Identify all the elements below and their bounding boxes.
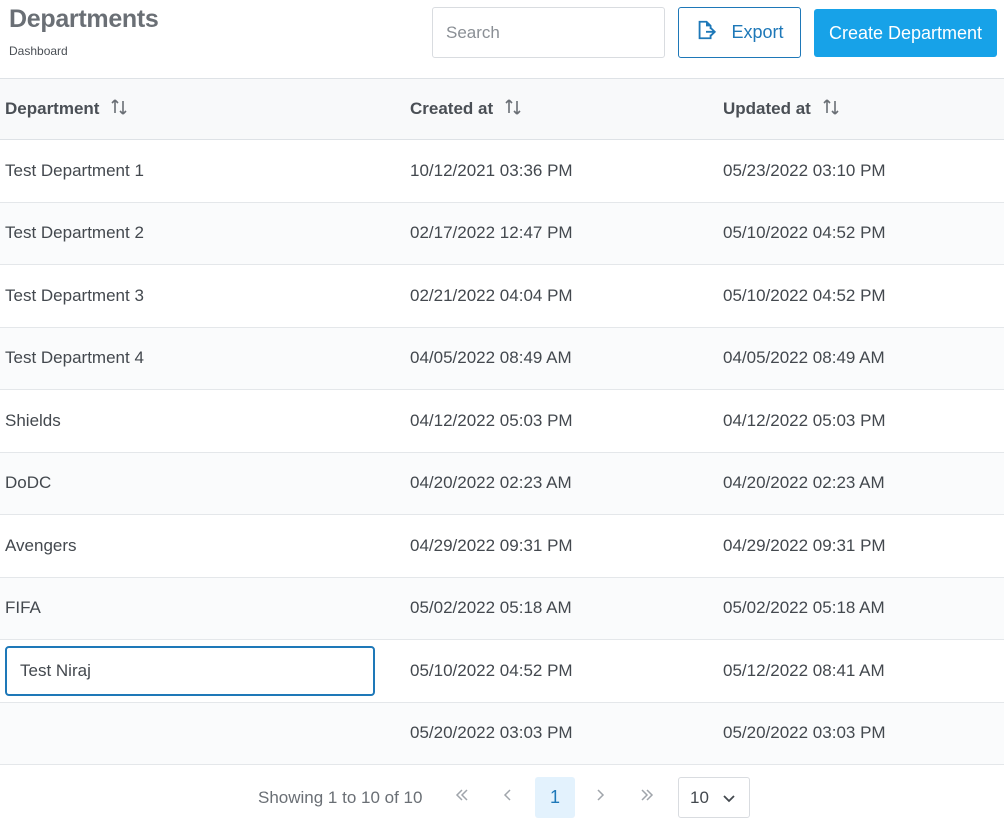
department-name-input[interactable] xyxy=(5,645,375,696)
updated-at-cell: 05/10/2022 04:52 PM xyxy=(723,223,886,243)
created-at-cell: 02/17/2022 12:47 PM xyxy=(410,223,573,243)
table-row[interactable]: Test Department 3 02/21/2022 04:04 PM 05/1… xyxy=(0,265,1004,328)
sort-icon xyxy=(109,97,129,122)
department-cell: Test Department 1 xyxy=(5,160,144,180)
created-at-cell: 05/10/2022 04:52 PM xyxy=(410,660,573,680)
updated-at-cell: 04/20/2022 02:23 AM xyxy=(723,473,885,493)
table-row[interactable]: Test Department 2 02/17/2022 12:47 PM 05/1… xyxy=(0,202,1004,265)
updated-at-cell: 05/20/2022 03:03 PM xyxy=(723,723,886,743)
table-row[interactable]: Avengers 04/29/2022 09:31 PM 04/29/2022 09… xyxy=(0,515,1004,578)
rows-per-page-value: 10 xyxy=(690,787,709,807)
department-cell: Test Department 2 xyxy=(5,223,144,243)
export-icon xyxy=(695,19,717,46)
updated-at-cell: 05/02/2022 05:18 AM xyxy=(723,598,885,618)
export-button[interactable]: Export xyxy=(678,7,801,58)
table-row[interactable]: Test Department 1 10/12/2021 03:36 PM 05/2… xyxy=(0,140,1004,203)
pagination-info: Showing 1 to 10 of 10 xyxy=(258,788,423,807)
created-at-cell: 10/12/2021 03:36 PM xyxy=(410,160,573,180)
sort-icon xyxy=(821,97,841,122)
table-header: Department Created at Updated at xyxy=(0,78,1004,140)
table-row[interactable]: DoDC 04/20/2022 02:23 AM 04/20/2022 02:23 … xyxy=(0,452,1004,515)
table-body: Test Department 1 10/12/2021 03:36 PM 05/2… xyxy=(0,140,1004,765)
first-page-button[interactable] xyxy=(442,777,482,818)
page-title: Departments xyxy=(9,5,159,33)
table-row[interactable]: 05/10/2022 04:52 PM 05/12/2022 08:41 AM xyxy=(0,640,1004,703)
table-row[interactable]: Shields 04/12/2022 05:03 PM 04/12/2022 05:… xyxy=(0,390,1004,453)
updated-at-cell: 04/05/2022 08:49 AM xyxy=(723,348,885,368)
updated-at-cell: 05/10/2022 04:52 PM xyxy=(723,285,886,305)
next-page-button[interactable] xyxy=(580,777,620,818)
chevron-left-icon xyxy=(500,787,516,808)
department-cell: FIFA xyxy=(5,598,41,618)
create-department-button[interactable]: Create Department xyxy=(814,9,997,57)
export-label: Export xyxy=(731,22,784,42)
created-at-cell: 05/20/2022 03:03 PM xyxy=(410,723,573,743)
department-cell: DoDC xyxy=(5,473,52,493)
double-chevron-left-icon xyxy=(454,787,470,808)
updated-at-cell: 04/29/2022 09:31 PM xyxy=(723,535,886,555)
column-header-updated[interactable]: Updated at xyxy=(723,97,841,122)
column-header-created[interactable]: Created at xyxy=(410,97,523,122)
department-cell: Test Department 3 xyxy=(5,285,144,305)
updated-at-cell: 05/12/2022 08:41 AM xyxy=(723,660,885,680)
column-label: Department xyxy=(5,99,100,118)
department-cell: Test Department 4 xyxy=(5,348,144,368)
previous-page-button[interactable] xyxy=(488,777,528,818)
departments-table: Department Created at Updated at Test De… xyxy=(0,78,1004,765)
sort-icon xyxy=(503,97,523,122)
search-input[interactable] xyxy=(432,7,665,58)
column-label: Created at xyxy=(410,99,494,118)
chevron-right-icon xyxy=(592,787,608,808)
created-at-cell: 04/12/2022 05:03 PM xyxy=(410,410,573,430)
column-label: Updated at xyxy=(723,99,811,118)
table-row[interactable]: 05/20/2022 03:03 PM 05/20/2022 03:03 PM xyxy=(0,702,1004,765)
department-cell: Avengers xyxy=(5,535,77,555)
created-at-cell: 04/20/2022 02:23 AM xyxy=(410,473,572,493)
department-cell: Shields xyxy=(5,410,61,430)
page-button-1[interactable]: 1 xyxy=(535,777,575,818)
updated-at-cell: 05/23/2022 03:10 PM xyxy=(723,160,886,180)
last-page-button[interactable] xyxy=(627,777,667,818)
double-chevron-right-icon xyxy=(639,787,655,808)
table-row[interactable]: FIFA 05/02/2022 05:18 AM 05/02/2022 05:18 … xyxy=(0,577,1004,640)
rows-per-page-select[interactable]: 10 xyxy=(678,777,750,818)
page-header: Departments Dashboard Export Create Depa… xyxy=(0,0,1004,78)
table-row[interactable]: Test Department 4 04/05/2022 08:49 AM 04/0… xyxy=(0,327,1004,390)
created-at-cell: 02/21/2022 04:04 PM xyxy=(410,285,573,305)
updated-at-cell: 04/12/2022 05:03 PM xyxy=(723,410,886,430)
pagination: Showing 1 to 10 of 10 1 10 xyxy=(0,766,1004,829)
breadcrumb[interactable]: Dashboard xyxy=(9,44,68,58)
column-header-department[interactable]: Department xyxy=(5,97,129,122)
created-at-cell: 05/02/2022 05:18 AM xyxy=(410,598,572,618)
created-at-cell: 04/05/2022 08:49 AM xyxy=(410,348,572,368)
created-at-cell: 04/29/2022 09:31 PM xyxy=(410,535,573,555)
